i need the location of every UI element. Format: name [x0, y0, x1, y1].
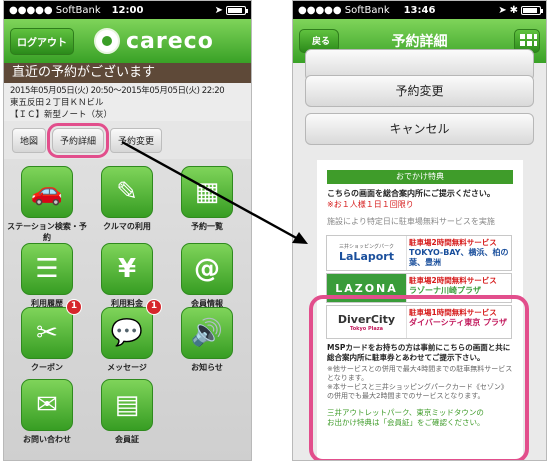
- message-icon: 💬: [110, 318, 144, 348]
- coupon-button[interactable]: ✂: [21, 307, 73, 359]
- card-limit: ※お１人様１日１回限り: [327, 200, 414, 209]
- ad-name: TOKYO-BAY、横浜、柏の葉、豊洲: [409, 248, 509, 267]
- message-badge: 1: [146, 299, 162, 315]
- message-button[interactable]: 💬: [101, 307, 153, 359]
- cancel-button[interactable]: キャンセル: [305, 113, 534, 145]
- reservation-car: 【ＩＣ】新型ノート（灰）: [10, 110, 113, 120]
- card-icon: ▤: [114, 390, 140, 420]
- reservation-banner: 直近の予約がございます: [4, 63, 251, 83]
- usage-history-button[interactable]: ☰: [21, 243, 73, 295]
- menu-label: お問い合わせ: [23, 435, 71, 444]
- coupon-icon: ✂: [36, 318, 58, 348]
- reservation-station: 東五反田２丁目ＫＮビル: [10, 98, 104, 108]
- calendar-icon: ▦: [194, 177, 220, 207]
- member-icon: @: [194, 254, 220, 284]
- car-icon: 🚗: [30, 177, 64, 207]
- menu-label: 予約一覧: [191, 222, 223, 231]
- tab-map[interactable]: 地図: [12, 127, 47, 153]
- status-bar: ●●●●● SoftBank 12:00 ➤: [4, 1, 251, 19]
- card-lead: こちらの画面を総合案内所にご提示ください。: [327, 189, 495, 198]
- careco-logo: careco: [94, 28, 214, 54]
- change-reservation-button[interactable]: 予約変更: [305, 75, 534, 107]
- bluetooth-icon: ✱: [509, 4, 518, 16]
- card-note: 施設により特定日に駐車場無料サービスを実施: [327, 217, 495, 226]
- key-icon: ✎: [116, 177, 138, 207]
- coupon-badge: 1: [66, 299, 82, 315]
- mail-icon: ✉: [36, 390, 58, 420]
- ad-offer: 駐車場2時間無料サービス: [409, 238, 497, 247]
- menu-label: お知らせ: [191, 363, 223, 372]
- page-title: 予約詳細: [391, 34, 448, 50]
- menu-label: クーポン: [31, 363, 63, 372]
- phone-screen-left: ●●●●● SoftBank 12:00 ➤ ログアウト careco 直近の予…: [3, 0, 252, 461]
- menu-label: メッセージ: [107, 363, 147, 372]
- yen-icon: ¥: [117, 254, 137, 284]
- lalaport-logo: 三井ショッピングパーク LaLaport: [327, 236, 407, 270]
- reservation-datetime: 2015年05月05日(火) 20:50〜2015年05月05日(火) 22:2…: [10, 86, 225, 96]
- reservation-info: 2015年05月05日(火) 20:50〜2015年05月05日(火) 22:2…: [4, 83, 251, 121]
- logout-button[interactable]: ログアウト: [10, 27, 74, 55]
- grid-icon: [520, 34, 525, 39]
- ad-lalaport[interactable]: 三井ショッピングパーク LaLaport 駐車場2時間無料サービス TOKYO-…: [326, 235, 512, 271]
- ad-offer: 駐車場2時間無料サービス: [409, 276, 497, 285]
- status-bar: ●●●●● SoftBank 13:46 ➤ ✱: [293, 1, 546, 19]
- history-icon: ☰: [35, 254, 59, 284]
- menu-label: クルマの利用: [103, 222, 151, 231]
- reservation-tabs: 地図 予約詳細 予約変更: [4, 121, 251, 159]
- location-icon: ➤: [214, 4, 223, 16]
- member-card-button[interactable]: ▤: [101, 379, 153, 431]
- menu-label: 会員証: [115, 435, 139, 444]
- app-header: ログアウト careco: [4, 19, 251, 63]
- battery-icon: [226, 5, 248, 15]
- highlight-frame: [309, 295, 529, 460]
- card-header: おでかけ特典: [327, 170, 513, 184]
- detail-body: 予約変更 キャンセル おでかけ特典 こちらの画面を総合案内所にご提示ください。 …: [293, 49, 546, 460]
- notice-button[interactable]: 🔊: [181, 307, 233, 359]
- contact-button[interactable]: ✉: [21, 379, 73, 431]
- usage-fee-button[interactable]: ¥: [101, 243, 153, 295]
- logo-mark-icon: [94, 28, 120, 54]
- phone-screen-right: ●●●●● SoftBank 13:46 ➤ ✱ 戻る 予約詳細 予約変更 キャン…: [292, 0, 547, 461]
- logo-text: careco: [126, 28, 214, 54]
- station-search-button[interactable]: 🚗: [21, 166, 73, 218]
- reservation-list-button[interactable]: ▦: [181, 166, 233, 218]
- menu-label: ステーション検索・予約: [7, 222, 87, 242]
- car-use-button[interactable]: ✎: [101, 166, 153, 218]
- menu-grid: 🚗 ステーション検索・予約 ✎ クルマの利用 ▦ 予約一覧 ☰ 利用履歴 ¥ 利…: [4, 159, 251, 460]
- tab-reservation-change[interactable]: 予約変更: [110, 127, 163, 153]
- battery-icon: [521, 5, 543, 15]
- speaker-icon: 🔊: [190, 318, 224, 348]
- tab-reservation-detail[interactable]: 予約詳細: [47, 122, 110, 158]
- member-info-button[interactable]: @: [181, 243, 233, 295]
- location-icon: ➤: [498, 4, 507, 16]
